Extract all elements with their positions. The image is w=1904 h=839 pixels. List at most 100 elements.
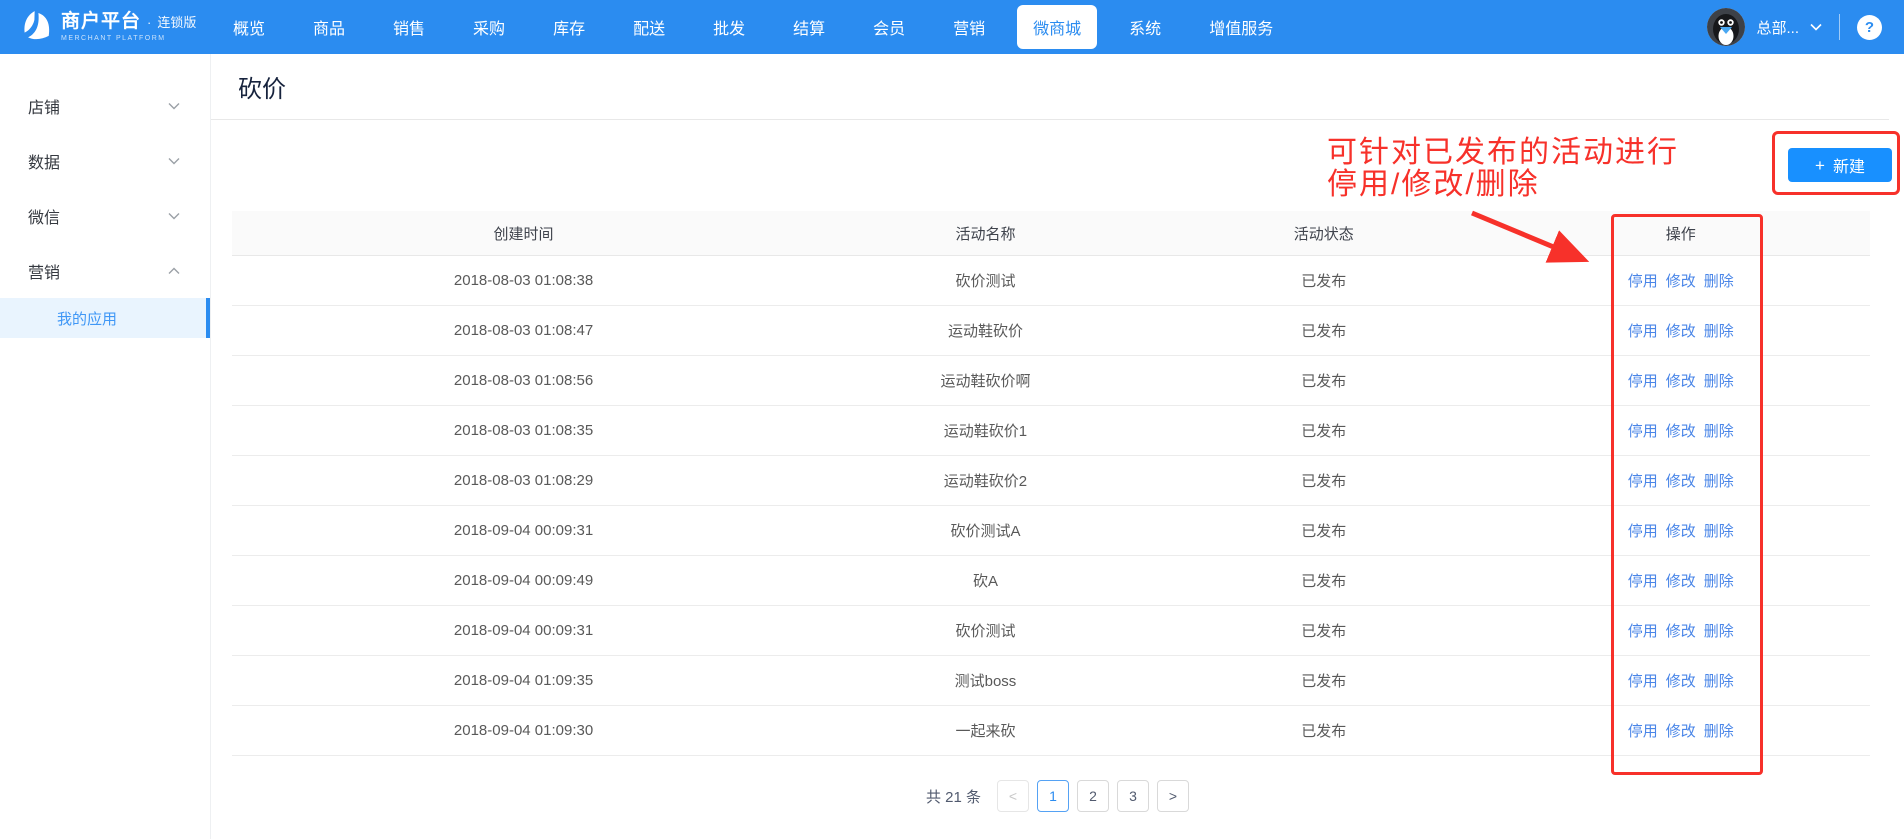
user-name[interactable]: 总部...	[1756, 17, 1799, 38]
cell-name: 砍价测试	[815, 270, 1156, 291]
cell-name: 运动鞋砍价1	[815, 420, 1156, 441]
page-button-1[interactable]: 1	[1037, 780, 1069, 812]
action-stop-link[interactable]: 停用	[1628, 623, 1658, 640]
action-edit-link[interactable]: 修改	[1666, 323, 1696, 340]
cell-actions: 停用修改删除	[1492, 670, 1870, 691]
sidebar-item-data[interactable]: 数据	[0, 133, 210, 188]
column-header-name: 活动名称	[815, 223, 1156, 244]
table-row: 2018-09-04 01:09:35 测试boss 已发布 停用修改删除	[232, 656, 1870, 706]
cell-status: 已发布	[1156, 620, 1492, 641]
action-stop-link[interactable]: 停用	[1628, 273, 1658, 290]
table-body: 2018-08-03 01:08:38 砍价测试 已发布 停用修改删除 2018…	[232, 256, 1870, 756]
action-stop-link[interactable]: 停用	[1628, 673, 1658, 690]
cell-created: 2018-09-04 01:09:35	[232, 672, 815, 689]
cell-status: 已发布	[1156, 520, 1492, 541]
next-icon: >	[1169, 788, 1177, 804]
cell-name: 砍A	[815, 570, 1156, 591]
action-delete-link[interactable]: 删除	[1704, 423, 1734, 440]
cell-actions: 停用修改删除	[1492, 620, 1870, 641]
action-delete-link[interactable]: 删除	[1704, 373, 1734, 390]
chevron-down-icon	[168, 212, 180, 220]
prev-icon: <	[1009, 788, 1017, 804]
cell-created: 2018-08-03 01:08:56	[232, 372, 815, 389]
sidebar-item-wechat[interactable]: 微信	[0, 188, 210, 243]
user-chevron-down-icon[interactable]	[1810, 23, 1822, 31]
nav-right: 总部... ?	[1707, 8, 1882, 46]
pagination-total: 共 21 条	[926, 786, 981, 807]
sidebar-item-label: 营销	[28, 259, 60, 283]
nav-item-inventory[interactable]: 库存	[537, 5, 601, 49]
cell-created: 2018-09-04 01:09:30	[232, 722, 815, 739]
nav-item-value-added[interactable]: 增值服务	[1193, 5, 1289, 49]
help-button[interactable]: ?	[1857, 15, 1882, 40]
cell-status: 已发布	[1156, 320, 1492, 341]
page-button-2[interactable]: 2	[1077, 780, 1109, 812]
action-delete-link[interactable]: 删除	[1704, 673, 1734, 690]
pagination: 共 21 条 < 123 >	[211, 780, 1904, 812]
nav-item-members[interactable]: 会员	[857, 5, 921, 49]
top-nav-menu: 概览商品销售采购库存配送批发结算会员营销微商城系统增值服务	[217, 5, 1289, 49]
nav-divider	[1839, 14, 1840, 40]
top-nav-bar: 商户平台 · 连锁版 MERCHANT PLATFORM 概览商品销售采购库存配…	[0, 0, 1904, 54]
action-edit-link[interactable]: 修改	[1666, 523, 1696, 540]
cell-name: 一起来砍	[815, 720, 1156, 741]
action-edit-link[interactable]: 修改	[1666, 473, 1696, 490]
create-button-label: 新建	[1833, 153, 1865, 177]
pagination-next-button[interactable]: >	[1157, 780, 1189, 812]
nav-item-settlement[interactable]: 结算	[777, 5, 841, 49]
action-stop-link[interactable]: 停用	[1628, 373, 1658, 390]
sidebar-item-marketing[interactable]: 营销	[0, 243, 210, 298]
create-button[interactable]: + 新建	[1788, 148, 1892, 182]
action-delete-link[interactable]: 删除	[1704, 273, 1734, 290]
nav-item-system[interactable]: 系统	[1113, 5, 1177, 49]
action-delete-link[interactable]: 删除	[1704, 473, 1734, 490]
cell-status: 已发布	[1156, 720, 1492, 741]
nav-item-marketing[interactable]: 营销	[937, 5, 1001, 49]
cell-actions: 停用修改删除	[1492, 270, 1870, 291]
action-delete-link[interactable]: 删除	[1704, 723, 1734, 740]
action-delete-link[interactable]: 删除	[1704, 323, 1734, 340]
chevron-down-icon	[168, 157, 180, 165]
action-edit-link[interactable]: 修改	[1666, 673, 1696, 690]
page-button-3[interactable]: 3	[1117, 780, 1149, 812]
brand-separator: ·	[147, 16, 151, 29]
column-header-status: 活动状态	[1156, 223, 1492, 244]
nav-item-sales[interactable]: 销售	[377, 5, 441, 49]
cell-actions: 停用修改删除	[1492, 420, 1870, 441]
action-delete-link[interactable]: 删除	[1704, 623, 1734, 640]
nav-item-purchase[interactable]: 采购	[457, 5, 521, 49]
nav-item-wholesale[interactable]: 批发	[697, 5, 761, 49]
action-edit-link[interactable]: 修改	[1666, 373, 1696, 390]
action-stop-link[interactable]: 停用	[1628, 473, 1658, 490]
action-stop-link[interactable]: 停用	[1628, 423, 1658, 440]
user-avatar[interactable]	[1707, 8, 1745, 46]
cell-name: 运动鞋砍价2	[815, 470, 1156, 491]
table-row: 2018-09-04 00:09:31 砍价测试A 已发布 停用修改删除	[232, 506, 1870, 556]
action-edit-link[interactable]: 修改	[1666, 723, 1696, 740]
cell-actions: 停用修改删除	[1492, 570, 1870, 591]
action-edit-link[interactable]: 修改	[1666, 573, 1696, 590]
cell-status: 已发布	[1156, 470, 1492, 491]
penguin-avatar-icon	[1707, 8, 1745, 46]
cell-created: 2018-08-03 01:08:47	[232, 322, 815, 339]
action-stop-link[interactable]: 停用	[1628, 573, 1658, 590]
table-row: 2018-08-03 01:08:29 运动鞋砍价2 已发布 停用修改删除	[232, 456, 1870, 506]
nav-item-delivery[interactable]: 配送	[617, 5, 681, 49]
action-delete-link[interactable]: 删除	[1704, 573, 1734, 590]
sidebar-item-my-apps[interactable]: 我的应用	[0, 298, 210, 338]
pagination-prev-button[interactable]: <	[997, 780, 1029, 812]
action-delete-link[interactable]: 删除	[1704, 523, 1734, 540]
nav-item-micro-mall[interactable]: 微商城	[1017, 5, 1097, 49]
nav-item-goods[interactable]: 商品	[297, 5, 361, 49]
sidebar-item-shop[interactable]: 店铺	[0, 78, 210, 133]
table-row: 2018-09-04 00:09:49 砍A 已发布 停用修改删除	[232, 556, 1870, 606]
action-edit-link[interactable]: 修改	[1666, 273, 1696, 290]
action-edit-link[interactable]: 修改	[1666, 423, 1696, 440]
activity-table: 创建时间 活动名称 活动状态 操作 2018-08-03 01:08:38 砍价…	[232, 211, 1870, 756]
action-stop-link[interactable]: 停用	[1628, 523, 1658, 540]
action-edit-link[interactable]: 修改	[1666, 623, 1696, 640]
action-stop-link[interactable]: 停用	[1628, 723, 1658, 740]
action-stop-link[interactable]: 停用	[1628, 323, 1658, 340]
nav-item-overview[interactable]: 概览	[217, 5, 281, 49]
table-row: 2018-09-04 00:09:31 砍价测试 已发布 停用修改删除	[232, 606, 1870, 656]
